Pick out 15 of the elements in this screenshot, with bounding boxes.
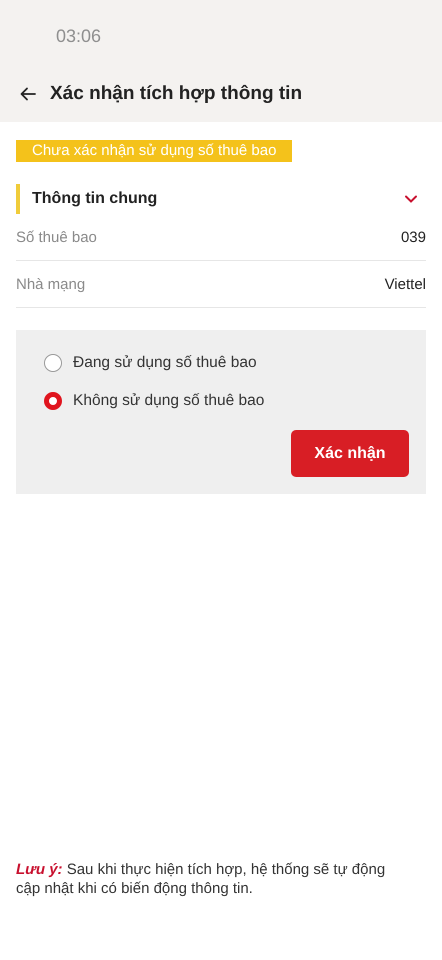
radio-button[interactable] — [44, 354, 62, 372]
field-label: Số thuê bao — [16, 228, 97, 246]
section-header[interactable]: Thông tin chung — [16, 184, 426, 214]
page-title: Xác nhận tích hợp thông tin — [50, 83, 302, 105]
note-text: Lưu ý: Sau khi thực hiện tích hợp, hệ thống sẽ tự động cập nhật khi có biến động thông tin. — [16, 860, 386, 898]
option-label[interactable]: Không sử dụng số thuê bao — [73, 392, 264, 410]
field-value: Viettel — [384, 276, 426, 292]
confirm-button[interactable]: Xác nhận — [291, 430, 409, 477]
option-label[interactable]: Đang sử dụng số thuê bao — [73, 354, 257, 372]
status-badge: Chưa xác nhận sử dụng số thuê bao — [16, 140, 292, 162]
field-label: Nhà mạng — [16, 276, 86, 292]
field-value: 039 — [400, 228, 426, 246]
status-time: 03:06 — [56, 26, 102, 46]
radio-button[interactable] — [44, 392, 62, 410]
section-title: Thông tin chung — [32, 190, 158, 208]
